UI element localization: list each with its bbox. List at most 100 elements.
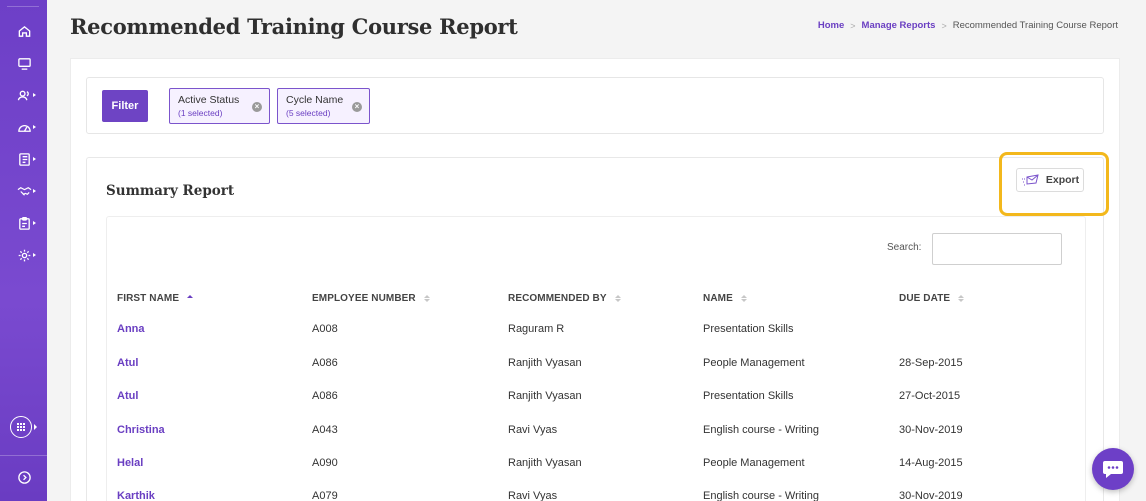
chevron-right-icon (17, 470, 31, 484)
column-header-label: EMPLOYEE NUMBER (312, 293, 416, 304)
users-icon (17, 90, 29, 100)
employee-number-cell: A079 (312, 490, 338, 501)
filter-bar: Filter Active Status (1 selected) × Cycl… (86, 77, 1104, 134)
sidebar-item-engagement[interactable] (8, 180, 40, 202)
breadcrumb: Home > Manage Reports > Recommended Trai… (818, 20, 1118, 31)
sidebar-item-settings[interactable] (8, 244, 40, 266)
handshake-icon (17, 186, 31, 196)
home-icon (18, 25, 30, 37)
chat-icon (1103, 461, 1123, 478)
employee-first-name-link[interactable]: Atul (117, 389, 138, 403)
submenu-caret-icon (33, 157, 36, 161)
course-name-cell: Presentation Skills (703, 323, 794, 335)
page-title: Recommended Training Course Report (70, 14, 518, 39)
monitor-icon (17, 57, 31, 70)
recommended-by-cell: Ravi Vyas (508, 424, 558, 436)
filter-chip-count: (5 selected) (286, 108, 331, 118)
column-header-label: FIRST NAME (117, 293, 180, 304)
table-row: Helal A090 Ranjith Vyasan People Managem… (107, 456, 1087, 489)
table-row: Atul A086 Ranjith Vyasan Presentation Sk… (107, 389, 1087, 422)
column-header-label: RECOMMENDED BY (508, 293, 607, 304)
column-header-label: DUE DATE (899, 293, 951, 304)
sidebar-item-learning[interactable] (8, 148, 40, 170)
grid-icon (17, 423, 25, 431)
recommended-by-cell: Ranjith Vyasan (508, 357, 582, 369)
course-name-cell: People Management (703, 357, 805, 369)
sidebar-item-people[interactable] (8, 84, 40, 106)
sort-icon (958, 295, 965, 302)
submenu-caret-icon (33, 189, 36, 193)
remove-filter-icon[interactable]: × (352, 102, 362, 112)
search-input[interactable] (932, 233, 1062, 265)
filter-chip-count: (1 selected) (178, 108, 223, 118)
sidebar-item-reports[interactable] (8, 212, 40, 234)
submenu-caret-icon (33, 125, 36, 129)
due-date-cell: 28-Sep-2015 (899, 357, 963, 369)
apps-button[interactable] (10, 416, 32, 438)
submenu-caret-icon (33, 221, 36, 225)
recommended-by-cell: Ranjith Vyasan (508, 457, 582, 469)
course-name-cell: Presentation Skills (703, 390, 794, 402)
submenu-caret-icon (33, 253, 36, 257)
employee-number-cell: A043 (312, 424, 338, 436)
due-date-cell: 30-Nov-2019 (899, 424, 963, 436)
sidebar-item-home[interactable] (8, 20, 40, 42)
column-header-employee-number[interactable]: EMPLOYEE NUMBER (312, 293, 430, 304)
sort-ascending-icon (187, 295, 194, 302)
summary-report-card: Summary Report Export Search: FIRST NAME… (86, 152, 1109, 501)
table-row: Anna A008 Raguram R Presentation Skills (107, 322, 1087, 355)
summary-title: Summary Report (106, 183, 235, 199)
table-row: Karthik A079 Ravi Vyas English course - … (107, 489, 1087, 501)
employee-first-name-link[interactable]: Anna (117, 322, 145, 336)
due-date-cell: 14-Aug-2015 (899, 457, 963, 469)
recommended-by-cell: Ranjith Vyasan (508, 390, 582, 402)
filter-chip-cycle-name[interactable]: Cycle Name (5 selected) × (277, 88, 370, 124)
recommended-by-cell: Raguram R (508, 323, 565, 335)
employee-number-cell: A090 (312, 457, 338, 469)
column-header-first-name[interactable]: FIRST NAME (117, 293, 194, 304)
breadcrumb-manage-reports-link[interactable]: Manage Reports (862, 20, 936, 31)
search-label: Search: (887, 242, 922, 253)
report-panel: Filter Active Status (1 selected) × Cycl… (70, 58, 1120, 501)
sidebar-expand-button[interactable] (8, 466, 40, 488)
remove-filter-icon[interactable]: × (252, 102, 262, 112)
column-header-name[interactable]: NAME (703, 293, 747, 304)
column-header-label: NAME (703, 293, 733, 304)
filter-chip-label: Active Status (178, 94, 240, 106)
breadcrumb-separator-icon: > (941, 20, 947, 31)
settings-icon (18, 249, 30, 261)
clipboard-icon (18, 216, 30, 230)
export-icon (1021, 174, 1039, 186)
recommended-by-cell: Ravi Vyas (508, 490, 558, 501)
filter-chip-active-status[interactable]: Active Status (1 selected) × (169, 88, 270, 124)
employee-number-cell: A086 (312, 390, 338, 402)
filter-button[interactable]: Filter (102, 90, 148, 122)
due-date-cell: 30-Nov-2019 (899, 490, 963, 501)
column-header-recommended-by[interactable]: RECOMMENDED BY (508, 293, 621, 304)
due-date-cell: 27-Oct-2015 (899, 390, 961, 402)
breadcrumb-separator-icon: > (850, 20, 856, 31)
export-label: Export (1045, 174, 1080, 186)
sidebar (0, 0, 47, 501)
gauge-icon (17, 124, 31, 132)
employee-first-name-link[interactable]: Karthik (117, 489, 155, 501)
sidebar-item-performance[interactable] (8, 116, 40, 138)
submenu-caret-icon (33, 93, 36, 97)
sort-icon (423, 295, 430, 302)
submenu-caret-icon (34, 424, 37, 430)
sidebar-item-dashboard[interactable] (8, 52, 40, 74)
employee-first-name-link[interactable]: Helal (117, 456, 143, 470)
breadcrumb-home-link[interactable]: Home (818, 20, 844, 31)
data-table-container: Search: FIRST NAME EMPLOYEE NUMBER RECOM… (106, 216, 1086, 501)
course-name-cell: English course - Writing (703, 490, 819, 501)
sidebar-divider (7, 6, 39, 7)
employee-first-name-link[interactable]: Atul (117, 356, 138, 370)
course-name-cell: People Management (703, 457, 805, 469)
sort-icon (614, 295, 621, 302)
chat-support-button[interactable] (1092, 448, 1134, 490)
column-header-due-date[interactable]: DUE DATE (899, 293, 965, 304)
export-button[interactable]: Export (1016, 168, 1084, 192)
course-name-cell: English course - Writing (703, 424, 819, 436)
employee-first-name-link[interactable]: Christina (117, 423, 165, 437)
sidebar-divider (0, 455, 47, 456)
